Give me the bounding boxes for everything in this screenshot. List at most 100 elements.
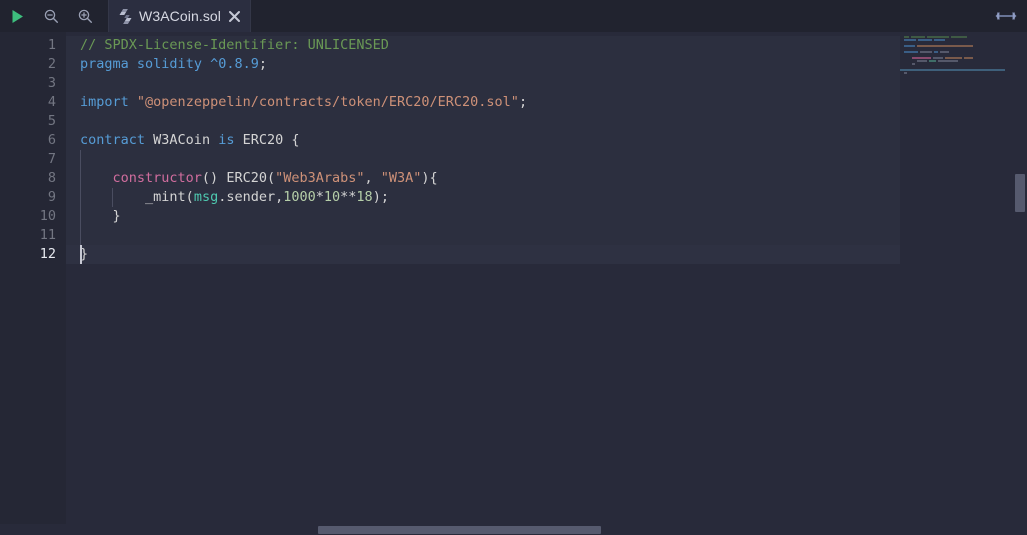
code-token: ; — [258, 56, 268, 72]
minimap-row — [904, 57, 973, 59]
code-token: ( — [185, 189, 194, 205]
minimap-segment — [938, 60, 958, 62]
run-button[interactable] — [0, 0, 34, 32]
code-token: ERC20 — [242, 132, 284, 148]
text-cursor — [80, 245, 82, 264]
code-token: () — [201, 170, 227, 186]
minimap-segment — [945, 57, 962, 59]
line-number: 4 — [47, 94, 56, 110]
code-token: .sender, — [218, 189, 284, 205]
line-number: 3 — [47, 75, 56, 91]
line-number: 9 — [47, 189, 56, 205]
minimap-row — [904, 51, 949, 53]
line-number: 7 — [47, 151, 56, 167]
code-token: // SPDX-License-Identifier: UNLICENSED — [80, 37, 389, 53]
tab-label: W3ACoin.sol — [139, 8, 222, 24]
minimap-segment — [904, 72, 907, 74]
play-icon — [12, 9, 23, 23]
code-token: * — [315, 189, 324, 205]
code-token: ; — [518, 94, 528, 110]
close-icon[interactable] — [228, 10, 241, 23]
minimap-segment — [904, 60, 915, 62]
minimap-segment — [912, 63, 915, 65]
vertical-scrollbar-thumb[interactable] — [1015, 174, 1025, 212]
minimap-segment — [951, 36, 967, 38]
code-line[interactable]: contract W3ACoin is ERC20 { — [80, 131, 300, 150]
code-token: _mint — [145, 189, 186, 205]
code-line[interactable]: } — [80, 207, 121, 226]
minimap[interactable] — [900, 32, 1005, 535]
code-token: "Web3Arabs" — [275, 170, 365, 186]
zoom-out-icon — [44, 9, 58, 23]
line-number-gutter: 1 2 3 4 5 6 7 8 9 10 11 12 — [0, 32, 66, 535]
line-number: 2 — [47, 56, 56, 72]
minimap-segment — [940, 51, 949, 53]
horizontal-scrollbar-thumb[interactable] — [318, 526, 601, 534]
zoom-in-button[interactable] — [68, 0, 102, 32]
minimap-row — [904, 63, 915, 65]
code-content[interactable]: // SPDX-License-Identifier: UNLICENSED pr… — [66, 32, 1027, 535]
vertical-scrollbar[interactable] — [1013, 32, 1027, 535]
code-token: pragma — [80, 56, 129, 72]
line-number: 8 — [47, 170, 56, 186]
code-line[interactable]: constructor() ERC20("Web3Arabs", "W3A"){ — [80, 169, 438, 188]
code-token: 1000 — [283, 189, 316, 205]
code-token: "W3A" — [380, 170, 422, 186]
minimap-row — [904, 72, 907, 74]
minimap-segment — [904, 51, 918, 53]
minimap-segment — [904, 63, 910, 65]
code-token: } — [80, 208, 121, 224]
solidity-icon — [119, 8, 132, 24]
code-line[interactable]: pragma solidity ^0.8.9; — [80, 55, 267, 74]
line-number: 12 — [39, 246, 56, 262]
minimap-segment — [904, 57, 910, 59]
minimap-segment — [917, 60, 927, 62]
code-line[interactable]: import "@openzeppelin/contracts/token/ER… — [80, 93, 527, 112]
minimap-segment — [920, 51, 932, 53]
code-token: ^0.8.9 — [210, 56, 259, 72]
minimap-segment — [918, 39, 932, 41]
code-token: , — [364, 170, 381, 186]
minimap-segment — [904, 36, 909, 38]
minimap-row — [904, 39, 945, 41]
minimap-segment — [964, 57, 973, 59]
editor-tab-w3acoin[interactable]: W3ACoin.sol — [108, 0, 252, 32]
code-token: ** — [340, 189, 357, 205]
code-token: import — [80, 94, 129, 110]
minimap-segment — [911, 36, 925, 38]
code-token: { — [283, 132, 300, 148]
resize-panel-button[interactable] — [993, 0, 1019, 32]
code-token: solidity — [136, 56, 202, 72]
minimap-segment — [933, 57, 943, 59]
code-line[interactable]: _mint(msg.sender,1000*10**18); — [80, 188, 389, 207]
code-token: ){ — [421, 170, 438, 186]
horizontal-scrollbar[interactable] — [0, 524, 1027, 535]
zoom-out-button[interactable] — [34, 0, 68, 32]
minimap-segment — [929, 60, 936, 62]
line-number: 6 — [47, 132, 56, 148]
code-token: msg — [193, 189, 219, 205]
minimap-segment — [934, 39, 945, 41]
resize-horizontal-icon — [995, 12, 1017, 20]
line-number: 11 — [39, 227, 56, 243]
minimap-row — [904, 45, 973, 47]
minimap-row — [904, 36, 967, 38]
minimap-segment — [904, 45, 915, 47]
code-token: 18 — [356, 189, 373, 205]
code-line[interactable]: // SPDX-License-Identifier: UNLICENSED — [80, 36, 389, 55]
editor-toolbar: W3ACoin.sol — [0, 0, 1027, 32]
line-number: 1 — [47, 37, 56, 53]
code-token: ( — [266, 170, 276, 186]
ide-window: W3ACoin.sol 1 2 3 4 5 6 7 8 9 10 11 12 // SPDX-Lice… — [0, 0, 1027, 535]
active-line-highlight — [66, 245, 900, 264]
code-editor[interactable]: 1 2 3 4 5 6 7 8 9 10 11 12 // SPDX-License-Identifi… — [0, 32, 1027, 535]
line-number: 5 — [47, 113, 56, 129]
minimap-segment — [904, 39, 916, 41]
